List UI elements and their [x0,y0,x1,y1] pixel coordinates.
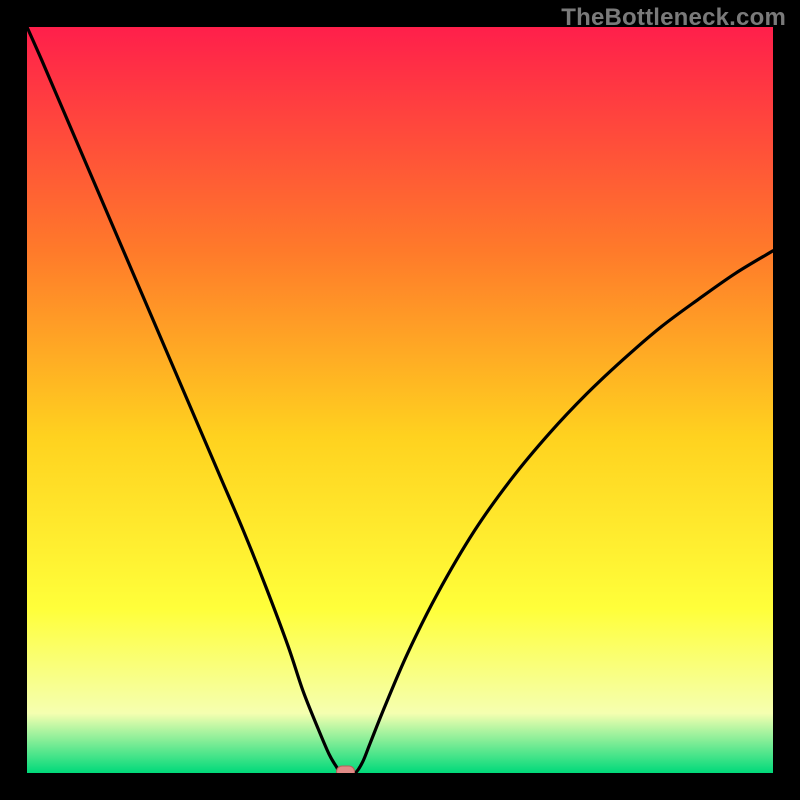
chart-frame: TheBottleneck.com [0,0,800,800]
optimum-marker [337,766,355,773]
bottleneck-chart [27,27,773,773]
gradient-background [27,27,773,773]
